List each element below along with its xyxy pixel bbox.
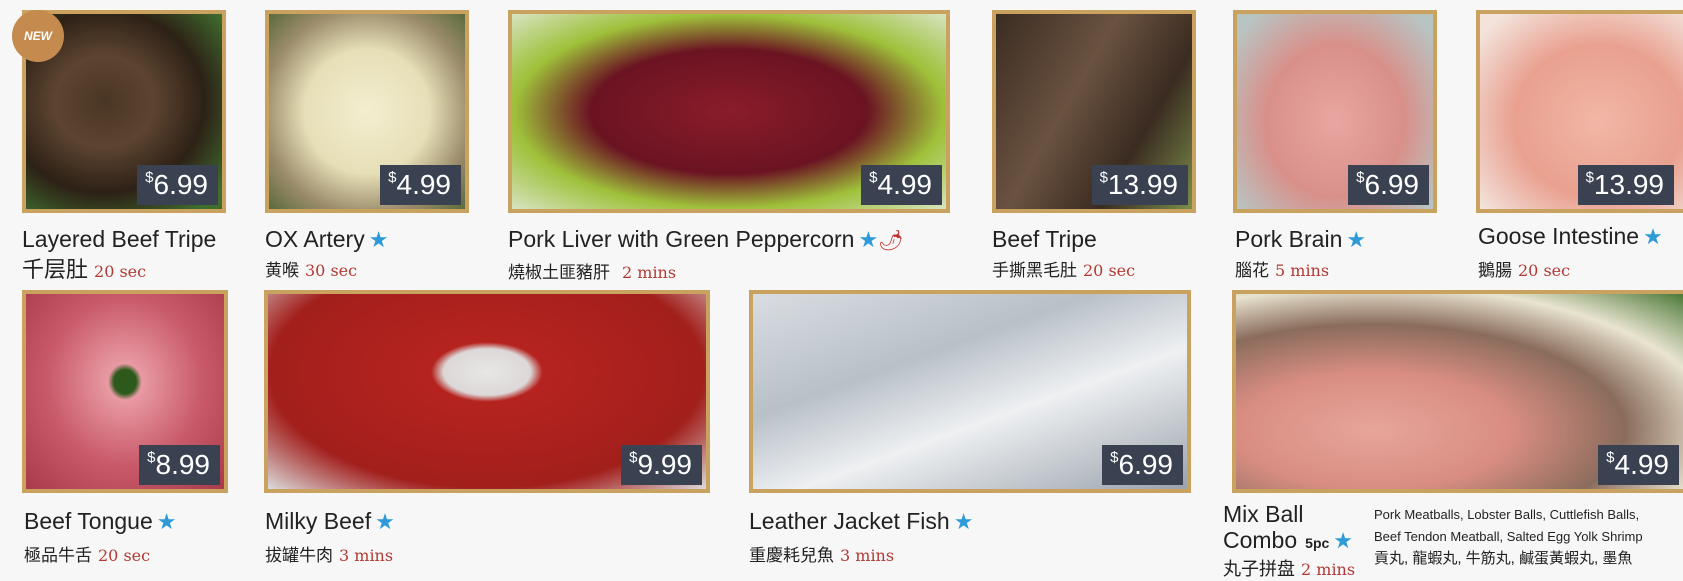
item-name-line2: Combo 5pc ★ bbox=[1223, 527, 1354, 553]
price-tag: $8.99 bbox=[139, 445, 220, 485]
item-name: Beef Tripe bbox=[992, 226, 1097, 252]
combo-description-1: Pork Meatballs, Lobster Balls, Cuttlefis… bbox=[1374, 507, 1640, 522]
cook-time: 5 mins bbox=[1275, 261, 1330, 280]
cook-time: 20 sec bbox=[1518, 261, 1571, 280]
combo-description-2: Beef Tendon Meatball, Salted Egg Yolk Sh… bbox=[1374, 529, 1643, 544]
item-chinese-name: 極品牛舌 20 sec bbox=[24, 546, 151, 565]
item-name: Milky Beef ★ bbox=[265, 508, 395, 534]
item-chinese-name: 黄喉 30 sec bbox=[265, 261, 358, 280]
star-icon: ★ bbox=[1333, 528, 1354, 553]
price-tag: $6.99 bbox=[1348, 165, 1429, 205]
cook-time: 20 sec bbox=[98, 546, 151, 565]
price-tag: $13.99 bbox=[1091, 165, 1188, 205]
cook-time: 20 sec bbox=[1083, 261, 1136, 280]
price-tag: $4.99 bbox=[861, 165, 942, 205]
pork-brain-photo: $6.99 bbox=[1233, 10, 1437, 213]
item-name: Goose Intestine ★ bbox=[1478, 223, 1663, 249]
star-icon: ★ bbox=[156, 509, 177, 534]
item-name: Mix Ball bbox=[1223, 501, 1304, 527]
item-chinese-name: 千层肚 20 sec bbox=[22, 257, 147, 282]
cook-time: 20 sec bbox=[94, 262, 147, 281]
item-name: Pork Brain ★ bbox=[1235, 226, 1367, 252]
beef-tongue-photo: $8.99 bbox=[22, 290, 228, 493]
star-icon: ★ bbox=[375, 509, 395, 534]
price-tag: $9.99 bbox=[621, 445, 702, 485]
star-icon: ★ bbox=[368, 227, 389, 252]
item-name: OX Artery ★ bbox=[265, 226, 389, 252]
item-chinese-name: 手撕黑毛肚 20 sec bbox=[992, 261, 1136, 280]
item-name: Pork Liver with Green Peppercorn ★🌶 bbox=[508, 226, 904, 252]
mix-ball-combo-photo: $4.99 bbox=[1232, 290, 1683, 493]
new-badge: NEW bbox=[12, 10, 64, 62]
item-chinese-name: 丸子拼盘 2 mins bbox=[1223, 559, 1356, 579]
beef-tripe-photo: $13.99 bbox=[992, 10, 1196, 213]
leather-jacket-fish-photo: $6.99 bbox=[749, 290, 1191, 493]
item-chinese-name: 燒椒土匪豬肝 2 mins bbox=[508, 263, 677, 282]
price-tag: $6.99 bbox=[1102, 445, 1183, 485]
price-tag: $13.99 bbox=[1577, 165, 1674, 205]
cook-time: 2 mins bbox=[622, 263, 677, 282]
price-tag: $4.99 bbox=[380, 165, 461, 205]
price-tag: $6.99 bbox=[137, 165, 218, 205]
goose-intestine-photo: $13.99 bbox=[1476, 10, 1683, 213]
milky-beef-photo: $9.99 bbox=[264, 290, 710, 493]
item-chinese-name: 鵝腸 20 sec bbox=[1478, 261, 1571, 280]
combo-description-3: 貢丸, 龍蝦丸, 牛筋丸, 鹹蛋黃蝦丸, 墨魚 bbox=[1374, 550, 1633, 567]
item-name: Beef Tongue ★ bbox=[24, 508, 177, 534]
ox-artery-photo: $4.99 bbox=[265, 10, 469, 213]
star-icon: ★ bbox=[1346, 227, 1367, 252]
cook-time: 3 mins bbox=[840, 546, 895, 565]
star-icon: ★ bbox=[858, 227, 879, 252]
pork-liver-photo: $4.99 bbox=[508, 10, 950, 213]
cook-time: 3 mins bbox=[339, 546, 394, 565]
item-chinese-name: 腦花 5 mins bbox=[1235, 261, 1330, 280]
item-chinese-name: 重慶耗兒魚 3 mins bbox=[749, 546, 895, 565]
star-icon: ★ bbox=[1643, 224, 1663, 249]
item-name: Layered Beef Tripe bbox=[22, 226, 217, 252]
price-tag: $4.99 bbox=[1598, 445, 1679, 485]
cook-time: 30 sec bbox=[305, 261, 358, 280]
item-name: Leather Jacket Fish ★ bbox=[749, 508, 974, 534]
cook-time: 2 mins bbox=[1301, 560, 1356, 579]
item-chinese-name: 拔罐牛肉 3 mins bbox=[265, 546, 394, 565]
chili-pepper-icon: 🌶 bbox=[878, 230, 904, 252]
piece-count: 5pc bbox=[1305, 535, 1330, 551]
star-icon: ★ bbox=[953, 509, 974, 534]
